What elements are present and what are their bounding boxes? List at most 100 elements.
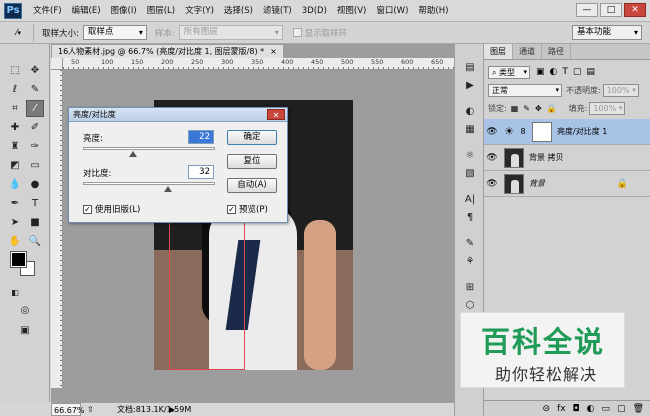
status-arrow-icon[interactable]: ▶ [169,403,175,416]
status-menu-icon[interactable]: ⇪ [87,403,94,416]
contrast-slider-track[interactable] [83,182,215,185]
menu-edit[interactable]: 编辑(E) [67,0,106,22]
gradient-tool-icon[interactable]: ▭ [26,157,44,174]
layer-mask-thumbnail[interactable] [532,121,552,142]
brightness-input[interactable]: 22 [188,130,214,144]
history-brush-tool-icon[interactable]: ✑ [26,138,44,155]
foreground-color-swatch[interactable] [10,251,27,268]
clone-stamp-tool-icon[interactable]: ♜ [6,138,24,155]
close-window-button[interactable]: ✕ [624,3,646,17]
actions-play-icon[interactable]: ▶ [462,78,478,92]
layer-row-background[interactable]: 👁 背景 🔒 [484,171,650,197]
default-colors-icon[interactable]: ◧ [6,284,24,301]
healing-brush-tool-icon[interactable]: ✚ [6,119,24,136]
contrast-slider-thumb[interactable] [164,186,172,192]
shape-filter-icon[interactable]: ▢ [573,67,582,77]
fx-icon[interactable]: fx [557,404,566,414]
menu-layer[interactable]: 图层(L) [142,0,180,22]
new-adjustment-icon[interactable]: ◐ [587,404,595,414]
brush-presets-icon[interactable]: ✎ [462,236,478,250]
tool-preset-picker[interactable]: ⁄ ▾ [4,23,34,42]
dialog-titlebar[interactable]: 亮度/对比度 ✕ [69,108,287,122]
eye-icon[interactable]: 👁 [484,179,500,189]
move-tool-icon[interactable]: ✥ [26,62,44,79]
menu-filter[interactable]: 滤镜(T) [258,0,297,22]
menu-select[interactable]: 选择(S) [219,0,258,22]
close-tab-icon[interactable]: × [270,47,277,56]
layer-row-background-copy[interactable]: 👁 背景 拷贝 [484,145,650,171]
adjustment-filter-icon[interactable]: ◐ [550,67,558,77]
fill-input[interactable]: 100% [589,101,626,115]
type-tool-icon[interactable]: T [26,195,44,212]
add-mask-icon[interactable]: ◘ [573,404,580,414]
preview-checkbox[interactable]: ✓ 预览(P) [227,203,268,215]
swatches-icon[interactable]: ▦ [462,122,478,136]
path-select-tool-icon[interactable]: ➤ [6,214,24,231]
menu-file[interactable]: 文件(F) [28,0,67,22]
pixel-filter-icon[interactable]: ▣ [536,67,545,77]
screen-mode-icon[interactable]: ▣ [16,322,34,339]
lock-position-icon[interactable]: ✥ [535,104,542,113]
lock-image-icon[interactable]: ✎ [523,104,530,113]
menu-window[interactable]: 窗口(W) [371,0,413,22]
link-layers-icon[interactable]: ⊝ [543,404,551,414]
lock-transparent-icon[interactable]: ▦ [511,104,519,113]
menu-image[interactable]: 图像(I) [106,0,142,22]
layer-filter-select[interactable]: ⌕ 类型 [488,65,530,79]
eyedropper-tool-icon[interactable]: ⁄ [26,100,44,117]
zoom-field[interactable]: 66.67% [51,403,85,416]
lock-all-icon[interactable]: 🔒 [547,104,557,113]
blend-mode-select[interactable]: 正常 [488,83,562,97]
eye-icon[interactable]: 👁 [484,127,500,137]
sample-size-select[interactable]: 取样点 [82,25,147,40]
eye-icon[interactable]: 👁 [484,153,500,163]
tab-paths[interactable]: 路径 [542,44,571,59]
new-group-icon[interactable]: ▭ [602,404,611,414]
blur-tool-icon[interactable]: 💧 [6,176,24,193]
use-legacy-checkbox[interactable]: ✓ 使用旧版(L) [83,203,140,215]
menu-view[interactable]: 视图(V) [332,0,371,22]
document-tab[interactable]: 16人物素材.jpg @ 66.7% (亮度/对比度 1, 图层蒙版/8) * × [51,44,284,58]
minimize-button[interactable]: — [576,3,598,17]
color-icon[interactable]: ◐ [462,104,478,118]
tab-channels[interactable]: 通道 [513,44,542,59]
styles-icon[interactable]: ▧ [462,166,478,180]
character-icon[interactable]: A| [462,192,478,206]
smart-object-filter-icon[interactable]: ▤ [586,67,595,77]
menu-help[interactable]: 帮助(H) [413,0,453,22]
eraser-tool-icon[interactable]: ◩ [6,157,24,174]
maximize-button[interactable]: □ [600,3,622,17]
hand-tool-icon[interactable]: ✋ [6,233,24,250]
opacity-input[interactable]: 100% [602,83,639,97]
brush-tool-icon[interactable]: ✐ [26,119,44,136]
3d-icon[interactable]: ⬡ [462,298,478,312]
shape-tool-icon[interactable]: ■ [26,214,44,231]
sample-select[interactable]: 所有图层 [178,25,283,40]
layer-row-brightness-contrast[interactable]: 👁 ☀ 8 亮度/对比度 1 [484,119,650,145]
tab-layers[interactable]: 图层 [484,44,513,59]
brightness-slider-track[interactable] [83,147,215,150]
ok-button[interactable]: 确定 [227,130,277,145]
marquee-tool-icon[interactable]: ⬚ [6,62,24,79]
quick-select-tool-icon[interactable]: ✎ [26,81,44,98]
pen-tool-icon[interactable]: ✒ [6,195,24,212]
clone-source-icon[interactable]: ⚘ [462,254,478,268]
type-filter-icon[interactable]: T [562,67,568,77]
quick-mask-icon[interactable]: ◎ [16,302,34,319]
show-sampling-ring-checkbox[interactable]: 显示取样环 [292,27,347,39]
menu-type[interactable]: 文字(Y) [180,0,219,22]
new-layer-icon[interactable]: ▢ [617,404,626,414]
crop-tool-icon[interactable]: ⌗ [6,100,24,117]
adjustments-icon[interactable]: ☼ [462,148,478,162]
paragraph-icon[interactable]: ¶ [462,210,478,224]
reset-button[interactable]: 复位 [227,154,277,169]
auto-button[interactable]: 自动(A) [227,178,277,193]
history-icon[interactable]: ▤ [462,60,478,74]
zoom-tool-icon[interactable]: 🔍 [26,233,44,250]
contrast-input[interactable]: 32 [188,165,214,179]
tool-presets-icon[interactable]: ⊞ [462,280,478,294]
brightness-slider-thumb[interactable] [129,151,137,157]
dialog-close-button[interactable]: ✕ [267,109,285,120]
delete-layer-icon[interactable]: 🗑 [633,404,644,414]
dodge-tool-icon[interactable]: ● [26,176,44,193]
